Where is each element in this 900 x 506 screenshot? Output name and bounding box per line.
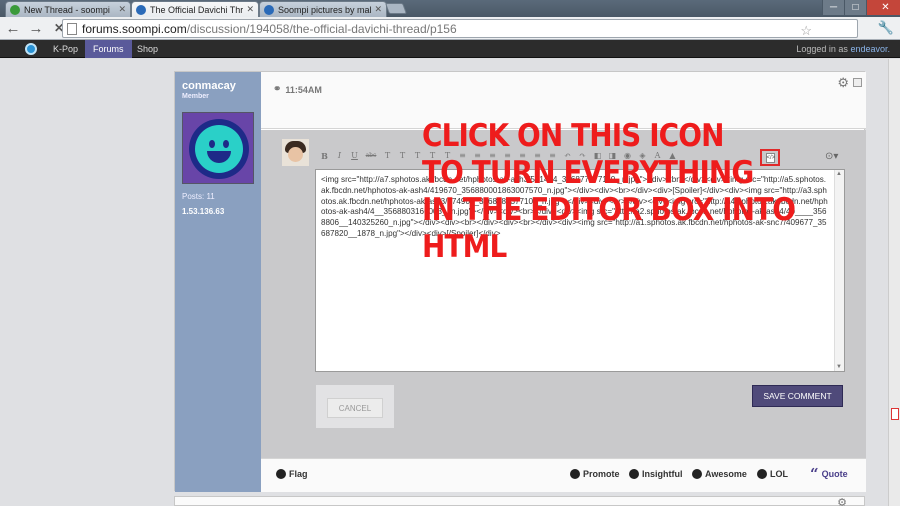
tab-label: The Official Davichi Threac <box>150 4 244 15</box>
user-ip: 1.53.136.63 <box>182 207 225 216</box>
login-status: Logged in as endeavor. <box>796 40 890 58</box>
close-window-icon[interactable]: ✕ <box>866 0 900 15</box>
annotation-line: TO TURN EVERYTHING <box>422 155 754 191</box>
tab-label: New Thread - soompi <box>24 4 110 15</box>
flag-action[interactable]: Flag <box>276 469 308 479</box>
quote-icon: “ <box>810 465 819 483</box>
scrollbar-thumb[interactable] <box>891 408 899 420</box>
browser-toolbar: ← → ✕ forums.soompi.com/discussion/19405… <box>0 17 900 40</box>
page-icon <box>67 22 77 35</box>
post-user-sidebar: conmacay Member Posts: 11 1.53.136.63 <box>175 72 261 492</box>
tab-label: Soompi pictures by maltwi <box>278 4 372 15</box>
forward-button[interactable]: → <box>26 18 46 38</box>
post-footer: Flag Promote Insightful Awesome LOL “ Qu… <box>261 458 866 492</box>
minimize-window-icon[interactable]: ─ <box>822 0 844 15</box>
nav-forums[interactable]: Forums <box>85 40 132 58</box>
post-timestamp: ⚭ 11:54AM <box>273 84 322 95</box>
window-controls: ─ □ ✕ <box>822 0 900 15</box>
annotation-line: CLICK ON THIS ICON <box>422 118 724 154</box>
instruction-annotation: CLICK ON THIS ICON TO TURN EVERYTHING IN… <box>422 118 796 266</box>
soompi-favicon-icon <box>264 4 274 15</box>
wrench-menu-icon[interactable]: 🔧 <box>878 20 894 36</box>
insightful-label: Insightful <box>642 469 683 479</box>
insightful-icon <box>629 469 639 479</box>
post-user-role: Member <box>182 93 209 100</box>
lol-action[interactable]: LOL <box>757 469 788 479</box>
scroll-down-icon[interactable]: ▼ <box>836 364 842 370</box>
soompi-favicon-icon <box>10 4 20 15</box>
new-tab-button[interactable] <box>384 3 408 14</box>
collapse-post-icon[interactable] <box>853 78 862 87</box>
awesome-icon <box>692 469 702 479</box>
annotation-line: HTML <box>422 229 507 265</box>
flag-label: Flag <box>289 469 308 479</box>
url-host: forums.soompi.com <box>82 21 187 36</box>
strikethrough-icon[interactable]: abc <box>364 150 378 161</box>
promote-action[interactable]: Promote <box>570 469 620 479</box>
maximize-window-icon[interactable]: □ <box>844 0 866 15</box>
lol-icon <box>757 469 767 479</box>
editor-scrollbar[interactable]: ▲ ▼ <box>834 170 844 371</box>
lol-label: LOL <box>770 469 788 479</box>
next-post-header: ⚙ <box>174 496 865 506</box>
promote-icon <box>570 469 580 479</box>
tab-close-icon[interactable]: ✕ <box>246 4 254 15</box>
commenter-avatar <box>282 139 309 166</box>
quote-action[interactable]: “ Quote <box>810 465 848 483</box>
promote-label: Promote <box>583 469 620 479</box>
bookmark-star-icon[interactable]: ☆ <box>800 23 812 39</box>
flag-icon <box>276 469 286 479</box>
post-time: 11:54AM <box>285 84 322 95</box>
tab-new-thread[interactable]: New Thread - soompi ✕ <box>5 1 131 17</box>
url-path: /discussion/194058/the-official-davichi-… <box>186 21 457 36</box>
annotation-line: IN THE EDITOR BOX INTO <box>422 192 796 228</box>
login-username[interactable]: endeavor. <box>850 44 890 54</box>
tab-davichi-thread[interactable]: The Official Davichi Threac ✕ <box>131 1 259 17</box>
gear-icon[interactable]: ⚙ <box>837 75 849 91</box>
cancel-area: CANCEL <box>316 385 394 428</box>
scroll-up-icon[interactable]: ▲ <box>836 171 842 177</box>
login-prefix: Logged in as <box>796 44 848 54</box>
editor-options-icon[interactable]: ⊙▾ <box>825 151 838 162</box>
tab-close-icon[interactable]: ✕ <box>374 4 382 15</box>
user-avatar[interactable] <box>182 112 254 184</box>
awesome-label: Awesome <box>705 469 747 479</box>
nav-kpop[interactable]: K-Pop <box>45 40 86 58</box>
nav-shop[interactable]: Shop <box>129 40 166 58</box>
back-button[interactable]: ← <box>3 18 23 38</box>
gear-icon[interactable]: ⚙ <box>837 496 847 506</box>
post-count: Posts: 11 <box>182 192 215 201</box>
loading-favicon-icon <box>136 4 146 15</box>
address-bar[interactable]: forums.soompi.com/discussion/194058/the-… <box>62 19 858 38</box>
awesome-action[interactable]: Awesome <box>692 469 747 479</box>
insightful-action[interactable]: Insightful <box>629 469 683 479</box>
quote-label: Quote <box>821 469 848 479</box>
post-username[interactable]: conmacay <box>182 80 236 92</box>
italic-icon[interactable]: I <box>334 150 345 161</box>
tab-soompi-pictures[interactable]: Soompi pictures by maltwi ✕ <box>259 1 387 17</box>
font-family-icon[interactable]: T <box>397 150 408 161</box>
font-size-icon[interactable]: T <box>382 150 393 161</box>
tab-close-icon[interactable]: ✕ <box>118 4 126 15</box>
link-icon[interactable]: ⚭ <box>273 84 281 95</box>
save-comment-button[interactable]: SAVE COMMENT <box>752 385 843 407</box>
site-nav-bar: K-Pop Forums Shop Logged in as endeavor. <box>0 40 900 58</box>
soompi-logo-icon[interactable] <box>25 43 37 55</box>
cancel-button[interactable]: CANCEL <box>327 398 383 418</box>
bold-icon[interactable]: B <box>319 150 330 161</box>
browser-tab-strip: New Thread - soompi ✕ The Official Davic… <box>0 0 900 17</box>
page-scrollbar[interactable] <box>888 59 900 506</box>
underline-icon[interactable]: U <box>349 150 360 161</box>
smiley-face-icon <box>189 119 249 179</box>
